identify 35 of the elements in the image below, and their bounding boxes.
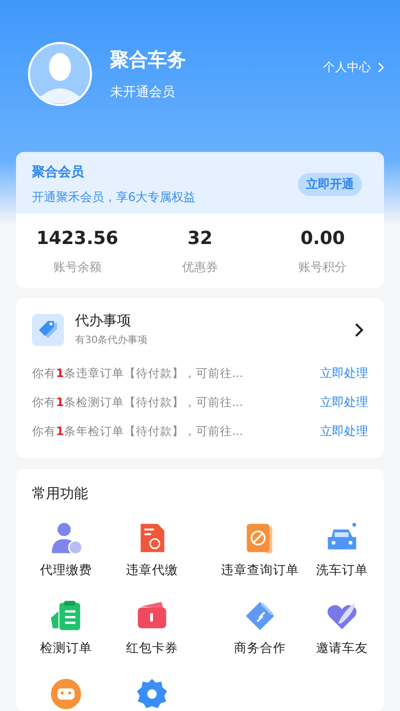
clipboard-icon[interactable] [49,599,83,633]
todo-message: 你有1条违章订单【待付款】，可前往... [32,366,243,381]
stat-label: 账号余额 [53,259,102,276]
handle-now-link[interactable]: 立即处理 [320,365,368,382]
stat-label: 账号积分 [298,259,347,276]
todo-message: 你有1条年检订单【待付款】，可前往... [32,424,243,439]
tag-icon[interactable] [243,599,277,633]
function-label[interactable]: 检测订单 [40,640,92,657]
profile-name: 聚合车务 [110,48,187,72]
stat-value: 1423.56 [36,228,118,250]
function-label[interactable]: 违章代缴 [126,562,178,579]
chevron-right-icon[interactable] [354,322,364,338]
function-label[interactable]: 洗车订单 [316,562,368,579]
function-label[interactable]: 邀请车友 [316,640,368,657]
settings-icon[interactable] [135,677,169,711]
section-title: 常用功能 [32,485,89,503]
tag-icon [32,314,64,346]
stat-value: 0.00 [300,228,345,250]
avatar-icon[interactable] [27,40,93,106]
function-label[interactable]: 违章查询订单 [221,562,299,579]
function-label[interactable]: 代理缴费 [40,562,92,579]
function-label[interactable]: 商务合作 [234,640,286,657]
function-label[interactable]: 红包卡券 [126,640,178,657]
todo-title: 代办事项 [75,312,132,330]
handle-now-link[interactable]: 立即处理 [320,423,368,440]
person-icon[interactable] [49,521,83,555]
todo-count: 有30条代办事项 [75,334,149,347]
membership-title: 聚合会员 [32,164,85,182]
membership-subtitle: 开通聚禾会员，享6大专属权益 [32,189,197,206]
stat-label: 优惠券 [182,259,218,276]
todo-message: 你有1条检测订单【待付款】，可前往... [32,395,243,410]
membership-status: 未开通会员 [110,84,176,100]
handle-now-link[interactable]: 立即处理 [320,394,368,411]
robot-icon[interactable] [49,677,83,711]
stat-value: 32 [187,228,213,250]
